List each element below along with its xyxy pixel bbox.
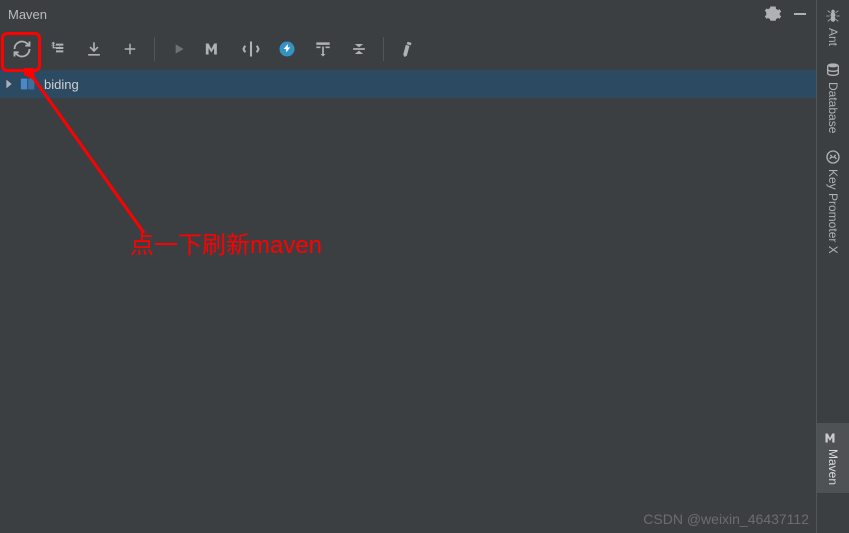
- panel-title: Maven: [8, 7, 47, 22]
- sidebar-tab-label: Maven: [826, 449, 840, 485]
- content-area: [0, 98, 816, 533]
- toolbar: [0, 28, 816, 70]
- toolbar-separator: [154, 37, 155, 61]
- project-row[interactable]: biding: [0, 70, 816, 98]
- project-name: biding: [44, 77, 79, 92]
- toolbar-separator: [383, 37, 384, 61]
- sidebar-tab-label: Ant: [826, 28, 840, 46]
- right-sidebar: Ant Database Key Promoter X Maven: [816, 0, 849, 533]
- sidebar-tab-label: Database: [826, 82, 840, 133]
- maven-settings-button[interactable]: [390, 31, 426, 67]
- watermark: CSDN @weixin_46437112: [643, 511, 809, 527]
- add-project-button[interactable]: [112, 31, 148, 67]
- sidebar-tab-database[interactable]: Database: [817, 54, 849, 141]
- settings-icon[interactable]: [764, 5, 782, 23]
- maven-icon-button[interactable]: [197, 31, 233, 67]
- sidebar-tab-maven[interactable]: Maven: [817, 423, 849, 493]
- expand-arrow-icon[interactable]: [2, 77, 16, 91]
- sidebar-tab-label: Key Promoter X: [826, 169, 840, 254]
- show-dependencies-button[interactable]: [305, 31, 341, 67]
- sidebar-tab-ant[interactable]: Ant: [817, 0, 849, 54]
- download-sources-button[interactable]: [76, 31, 112, 67]
- reload-button[interactable]: [4, 31, 40, 67]
- minimize-icon[interactable]: [792, 6, 808, 22]
- toggle-skip-tests-button[interactable]: [233, 31, 269, 67]
- toggle-offline-button[interactable]: [269, 31, 305, 67]
- collapse-all-button[interactable]: [341, 31, 377, 67]
- run-button[interactable]: [161, 31, 197, 67]
- panel-header: Maven: [0, 0, 816, 28]
- maven-module-icon: [20, 76, 38, 92]
- sidebar-tab-keypromoter[interactable]: Key Promoter X: [817, 141, 849, 262]
- generate-sources-button[interactable]: [40, 31, 76, 67]
